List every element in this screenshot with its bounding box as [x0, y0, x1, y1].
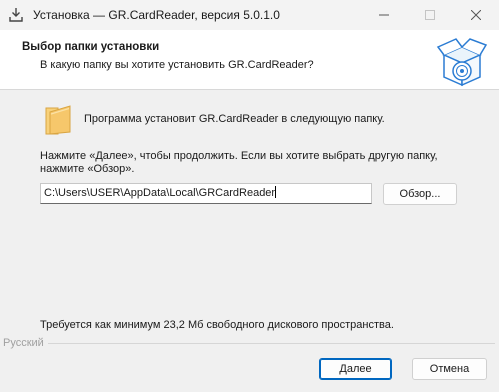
instruction-line-1: Нажмите «Далее», чтобы продолжить. Если …	[40, 150, 438, 162]
wizard-content: Программа установит GR.CardReader в след…	[0, 91, 499, 339]
intro-text: Программа установит GR.CardReader в след…	[84, 113, 385, 125]
text-caret	[275, 186, 277, 198]
instruction-line-2: нажмите «Обзор».	[40, 163, 135, 175]
footer-divider	[40, 343, 495, 344]
cancel-button-label: Отмена	[429, 363, 470, 375]
minimize-button[interactable]	[361, 0, 407, 30]
cancel-button[interactable]: Отмена	[412, 358, 487, 380]
close-button[interactable]	[453, 0, 499, 30]
maximize-icon	[425, 10, 435, 20]
installer-box-icon	[436, 38, 488, 87]
folder-icon	[45, 105, 71, 135]
install-path-value: C:\Users\USER\AppData\Local\GRCardReader	[44, 187, 276, 199]
install-path-input[interactable]: C:\Users\USER\AppData\Local\GRCardReader	[40, 183, 372, 204]
instruction-text: Нажмите «Далее», чтобы продолжить. Если …	[40, 150, 480, 176]
close-icon	[471, 10, 481, 20]
browse-button[interactable]: Обзор...	[383, 183, 457, 205]
browse-button-label: Обзор...	[399, 188, 441, 200]
next-button-label: Далее	[339, 363, 372, 375]
next-button[interactable]: Далее	[319, 358, 392, 380]
page-subtitle: В какую папку вы хотите установить GR.Ca…	[40, 59, 314, 71]
minimize-icon	[379, 14, 389, 16]
window-title: Установка — GR.CardReader, версия 5.0.1.…	[33, 8, 280, 22]
space-required-text: Требуется как минимум 23,2 Мб свободного…	[40, 319, 394, 331]
installer-app-icon	[9, 8, 23, 22]
title-bar: Установка — GR.CardReader, версия 5.0.1.…	[0, 0, 499, 30]
page-title: Выбор папки установки	[22, 41, 160, 53]
wizard-header: Выбор папки установки В какую папку вы х…	[0, 30, 499, 90]
language-label: Русский	[3, 337, 48, 349]
maximize-button	[407, 0, 453, 30]
